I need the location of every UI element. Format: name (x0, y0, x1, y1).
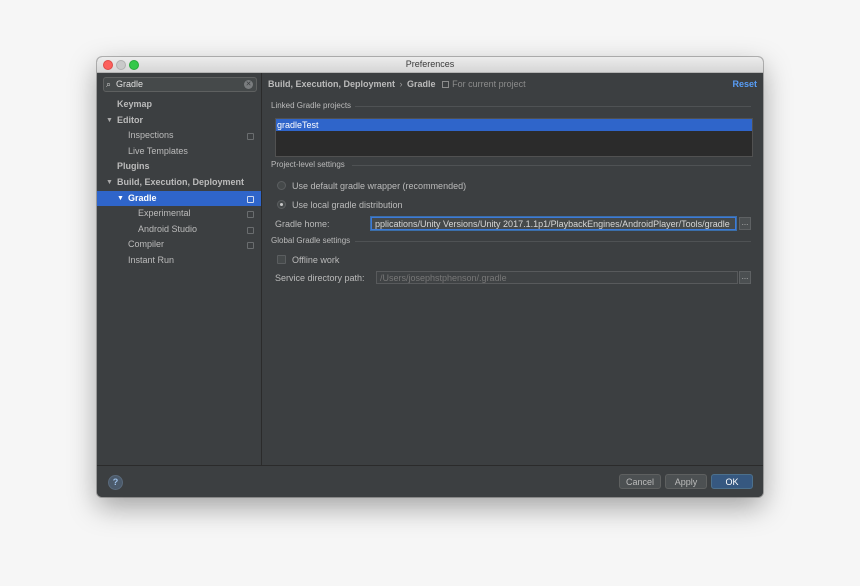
project-scope-icon (442, 81, 450, 88)
expand-arrow-icon[interactable]: ▼ (106, 175, 113, 191)
window-title: Preferences (405, 59, 455, 69)
gradle-home-label: Gradle home: (275, 219, 330, 229)
expand-arrow-icon[interactable]: ▼ (117, 191, 124, 207)
search-value[interactable]: Gradle (116, 78, 143, 91)
gradle-home-input[interactable]: pplications/Unity Versions/Unity 2017.1.… (371, 217, 736, 230)
sidebar-item-label: Build, Execution, Deployment (117, 176, 245, 187)
sidebar-item-label: Gradle (128, 192, 157, 203)
sidebar-item-plugins[interactable]: Plugins (97, 159, 261, 175)
radio-button[interactable] (277, 181, 286, 190)
sidebar-item-label: Android Studio (138, 223, 198, 234)
linked-project-item[interactable]: gradleTest (276, 119, 752, 131)
section-divider (355, 106, 751, 107)
reset-link[interactable]: Reset (732, 79, 757, 89)
settings-tree: Keymap ▼ Editor Inspections Live Templates Pl… (97, 97, 261, 269)
section-divider (352, 165, 751, 166)
sidebar-item-label: Inspections (128, 130, 174, 141)
sidebar-item-label: Editor (117, 114, 143, 125)
expand-arrow-icon[interactable]: ▼ (106, 113, 113, 129)
offline-work-label: Offline work (292, 255, 340, 265)
local-distribution-option[interactable]: Use local gradle distribution (277, 199, 403, 211)
settings-search-input[interactable]: ⌕ Gradle ✕ (103, 77, 257, 92)
service-directory-input[interactable]: /Users/josephstphenson/.gradle (376, 271, 738, 284)
clear-search-icon[interactable]: ✕ (244, 80, 253, 89)
sidebar-item-label: Keymap (117, 99, 153, 109)
project-scope-icon (247, 211, 254, 219)
scope-note: For current project (442, 79, 526, 89)
apply-button[interactable]: Apply (665, 474, 707, 489)
service-directory-label: Service directory path: (275, 273, 365, 283)
sidebar-item-editor[interactable]: ▼ Editor (97, 113, 261, 129)
offline-work-option[interactable]: Offline work (277, 255, 339, 265)
search-icon: ⌕ (106, 79, 112, 89)
sidebar-item-label: Compiler (128, 239, 165, 250)
local-distribution-label: Use local gradle distribution (292, 200, 403, 210)
sidebar-item-instant-run[interactable]: Instant Run (97, 253, 261, 269)
service-directory-browse-button[interactable]: ... (739, 271, 751, 284)
project-scope-icon (247, 133, 254, 141)
settings-sidebar: ⌕ Gradle ✕ Keymap ▼ Editor Inspections Live … (97, 73, 262, 465)
sidebar-item-label: Experimental (138, 208, 191, 219)
breadcrumb-current: Gradle (407, 79, 436, 89)
sidebar-item-build-execution-deployment[interactable]: ▼ Build, Execution, Deployment (97, 175, 261, 191)
gradle-home-value: pplications/Unity Versions/Unity 2017.1.… (375, 219, 730, 229)
linked-projects-heading: Linked Gradle projects (271, 101, 352, 110)
project-scope-icon (247, 226, 254, 234)
sidebar-item-compiler[interactable]: Compiler (97, 237, 261, 253)
sidebar-item-live-templates[interactable]: Live Templates (97, 144, 261, 160)
global-settings-heading: Global Gradle settings (271, 236, 351, 245)
default-wrapper-label: Use default gradle wrapper (recommended) (292, 181, 467, 191)
linked-projects-list[interactable]: gradleTest (275, 118, 753, 157)
help-button[interactable]: ? (108, 475, 123, 490)
zoom-window-button[interactable] (129, 60, 139, 70)
sidebar-item-experimental[interactable]: Experimental (97, 206, 261, 222)
sidebar-item-android-studio[interactable]: Android Studio (97, 222, 261, 238)
project-scope-icon (247, 195, 254, 203)
service-directory-value: /Users/josephstphenson/.gradle (380, 273, 507, 283)
sidebar-item-label: Live Templates (128, 145, 188, 156)
gradle-home-browse-button[interactable]: ... (739, 217, 751, 230)
section-divider (355, 241, 751, 242)
dialog-footer: ? Cancel Apply OK (97, 465, 763, 497)
gradle-settings-panel: Build, Execution, Deployment › Gradle Fo… (262, 73, 763, 465)
minimize-window-button[interactable] (116, 60, 126, 70)
radio-button-selected[interactable] (277, 200, 286, 209)
project-scope-icon (247, 242, 254, 250)
default-wrapper-option[interactable]: Use default gradle wrapper (recommended) (277, 180, 466, 192)
breadcrumb-separator: › (399, 79, 403, 89)
ok-button[interactable]: OK (711, 474, 753, 489)
preferences-dialog: Preferences ⌕ Gradle ✕ Keymap ▼ Editor Insp… (97, 57, 763, 497)
sidebar-item-inspections[interactable]: Inspections (97, 128, 261, 144)
sidebar-item-gradle[interactable]: ▼ Gradle (97, 190, 261, 207)
scope-label: For current project (452, 79, 526, 89)
sidebar-item-label: Instant Run (128, 254, 175, 265)
breadcrumb: Build, Execution, Deployment › Gradle Fo… (268, 79, 526, 89)
sidebar-item-label: Plugins (117, 161, 150, 172)
sidebar-item-keymap[interactable]: Keymap (97, 97, 261, 113)
project-settings-heading: Project-level settings (271, 160, 345, 169)
offline-work-checkbox[interactable] (277, 255, 286, 264)
cancel-button[interactable]: Cancel (619, 474, 661, 489)
close-window-button[interactable] (103, 60, 113, 70)
breadcrumb-parent: Build, Execution, Deployment (268, 79, 396, 89)
title-bar: Preferences (97, 57, 763, 73)
